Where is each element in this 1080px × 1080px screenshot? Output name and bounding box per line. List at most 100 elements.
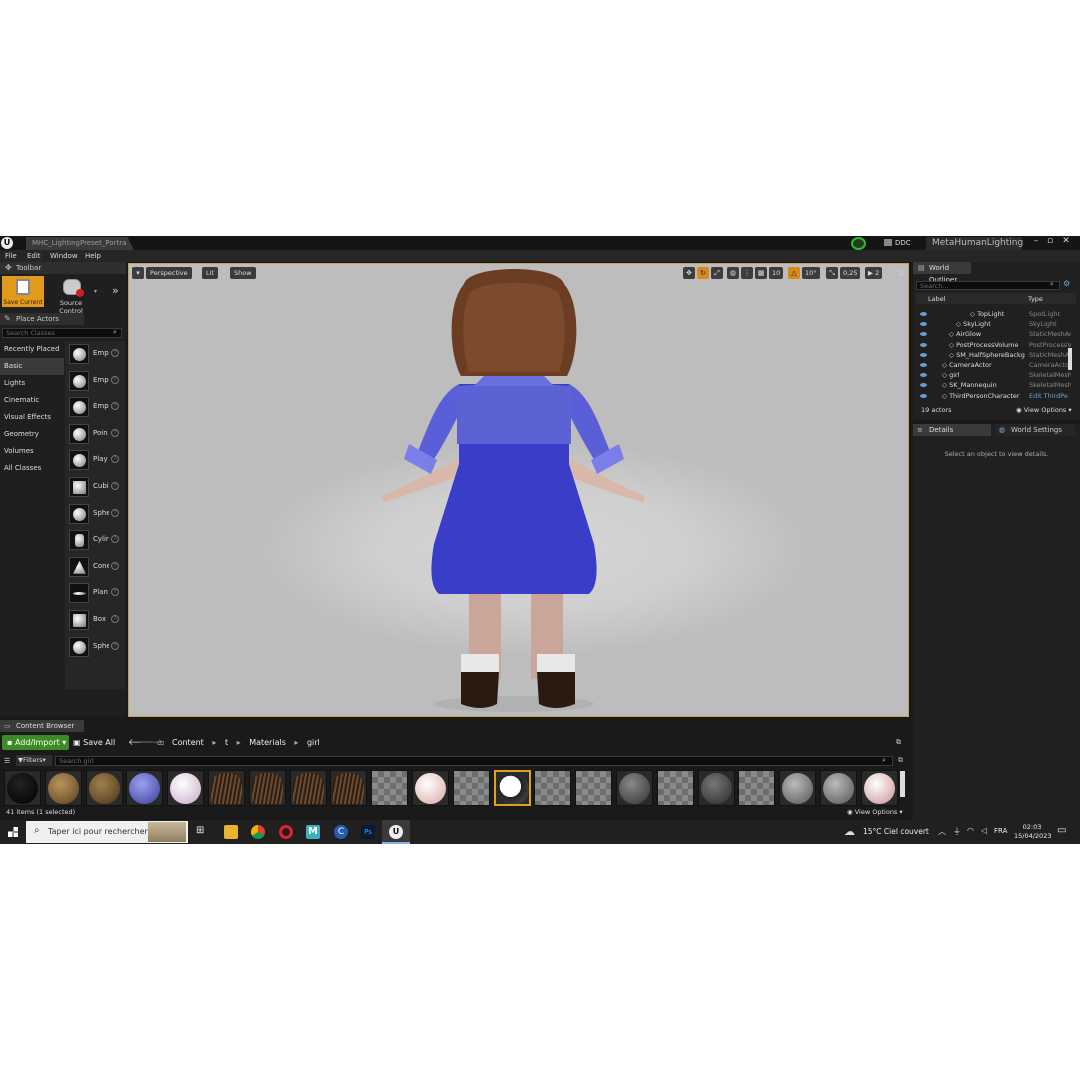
category-volumes[interactable]: Volumes xyxy=(0,443,64,460)
material-asset-tile[interactable] xyxy=(616,770,653,806)
save-search-icon[interactable]: ⧉ xyxy=(898,756,903,765)
table-row[interactable]: ◇ ThirdPersonCharacter Edit ThirdPe xyxy=(916,391,1068,401)
material-asset-tile[interactable] xyxy=(493,770,531,806)
scale-snap-icon[interactable]: ⤡ xyxy=(826,267,838,279)
help-icon[interactable]: ? xyxy=(111,614,119,623)
show-button[interactable]: Show xyxy=(230,267,256,279)
category-basic[interactable]: Basic xyxy=(0,358,64,375)
asset-scrollbar[interactable] xyxy=(900,771,905,797)
outliner-settings-icon[interactable]: ⚙ xyxy=(1063,279,1070,288)
place-actors-tab[interactable]: Place Actors xyxy=(0,313,84,325)
material-asset-tile[interactable] xyxy=(371,770,409,806)
c-app-icon[interactable]: C xyxy=(334,825,348,839)
level-tab[interactable]: MHC_LightingPreset_Portra xyxy=(26,237,134,250)
source-control-status-icon[interactable] xyxy=(851,237,866,250)
toolbar-expand-icon[interactable]: » xyxy=(112,284,119,297)
visibility-eye-icon[interactable] xyxy=(920,332,927,337)
clock[interactable]: 02:03 15/04/2023 xyxy=(1014,823,1051,841)
world-space-icon[interactable]: ◍ xyxy=(727,267,739,279)
list-item[interactable]: Plan? xyxy=(65,580,125,607)
list-item[interactable]: Emp? xyxy=(65,394,125,421)
material-asset-tile[interactable] xyxy=(248,770,286,806)
content-browser-tab[interactable]: Content Browser xyxy=(0,720,84,732)
material-asset-tile[interactable] xyxy=(656,770,694,806)
translate-icon[interactable]: ✥ xyxy=(683,267,695,279)
scale-icon[interactable]: ⤢ xyxy=(711,267,723,279)
visibility-eye-icon[interactable] xyxy=(920,383,927,388)
unreal-logo-icon[interactable]: U xyxy=(1,237,13,249)
help-icon[interactable]: ? xyxy=(111,535,119,544)
viewport-options-icon[interactable]: ▾ xyxy=(132,267,144,279)
notifications-icon[interactable]: ▭ xyxy=(1057,825,1066,836)
breadcrumb-materials[interactable]: Materials xyxy=(249,738,286,747)
help-icon[interactable]: ? xyxy=(111,349,119,357)
breadcrumb-t[interactable]: t xyxy=(225,738,228,747)
grid-snap-value[interactable]: 10 xyxy=(769,267,784,279)
table-row[interactable]: ◇ AirGlow StaticMeshAc xyxy=(916,329,1071,339)
world-settings-tab[interactable]: World Settings xyxy=(995,424,1075,436)
category-visual-effects[interactable]: Visual Effects xyxy=(0,409,64,426)
source-control-dropdown-icon[interactable]: ▾ xyxy=(94,288,97,295)
category-all-classes[interactable]: All Classes xyxy=(0,460,64,477)
help-icon[interactable]: ? xyxy=(111,402,119,411)
help-icon[interactable]: ? xyxy=(111,508,119,517)
lock-icon[interactable]: ⧉ xyxy=(896,738,901,747)
visibility-eye-icon[interactable] xyxy=(920,373,927,378)
network-icon[interactable]: ⏚ xyxy=(953,826,961,837)
save-current-button[interactable]: Save Current xyxy=(2,276,44,307)
level-viewport[interactable]: ▾ Perspective Lit Show ✥ ↻ ⤢ ◍ ⋮ ▦ 10 △ … xyxy=(128,263,909,717)
lit-button[interactable]: Lit xyxy=(202,267,218,279)
content-view-options[interactable]: ◉ View Options ▾ xyxy=(847,808,903,816)
surface-snap-icon[interactable]: ⋮ xyxy=(741,267,753,279)
category-geometry[interactable]: Geometry xyxy=(0,426,64,443)
list-item[interactable]: Play? xyxy=(65,447,125,474)
material-asset-tile[interactable] xyxy=(779,770,817,806)
table-row[interactable]: ◇ SkyLight SkyLight xyxy=(916,319,1068,329)
rotation-snap-icon[interactable]: △ xyxy=(788,267,800,279)
table-row[interactable]: ◇ SM_HalfSphereBackg StaticMeshAc xyxy=(916,350,1071,360)
table-row[interactable]: ◇ TopLight SpotLight xyxy=(916,309,1068,319)
outliner-scrollbar[interactable] xyxy=(1068,348,1072,370)
list-item[interactable]: Box? xyxy=(65,607,125,634)
list-item[interactable]: Sphe? xyxy=(65,501,125,528)
sources-toggle-icon[interactable]: ☰ xyxy=(4,757,10,765)
maya-icon[interactable]: M xyxy=(306,825,320,839)
outliner-search-input[interactable]: Search... xyxy=(916,281,1060,290)
column-label[interactable]: Label xyxy=(928,295,946,303)
language-indicator[interactable]: FRA xyxy=(994,827,1007,835)
details-tab[interactable]: Details xyxy=(913,424,991,436)
visibility-eye-icon[interactable] xyxy=(920,393,927,398)
help-icon[interactable]: ? xyxy=(111,588,119,597)
table-row[interactable]: ◇ PostProcessVolume PostProcessV xyxy=(916,340,1071,350)
opera-icon[interactable] xyxy=(279,825,293,839)
table-row[interactable]: ◇ girl SkeletalMesh xyxy=(916,370,1071,380)
visibility-eye-icon[interactable] xyxy=(920,322,927,327)
filters-button[interactable]: ▼Filters▾ xyxy=(16,755,52,766)
visibility-eye-icon[interactable] xyxy=(920,312,927,316)
table-row[interactable]: ◇ CameraActor CameraActor xyxy=(916,360,1071,370)
search-classes-input[interactable]: Search Classes xyxy=(2,328,122,338)
material-asset-tile[interactable] xyxy=(820,770,857,806)
tray-chevron-icon[interactable]: ︿ xyxy=(938,826,946,837)
outliner-view-options[interactable]: ◉ View Options ▾ xyxy=(1016,406,1072,414)
column-type[interactable]: Type xyxy=(1028,295,1043,303)
file-explorer-icon[interactable] xyxy=(224,825,238,839)
material-asset-tile[interactable] xyxy=(738,770,776,806)
material-asset-tile[interactable] xyxy=(412,770,449,806)
rotation-snap-value[interactable]: 10° xyxy=(802,267,820,279)
source-control-button[interactable]: Source Control xyxy=(48,276,94,315)
toolbar-tab[interactable]: Toolbar xyxy=(0,262,126,274)
category-lights[interactable]: Lights xyxy=(0,375,64,392)
table-row[interactable]: ◇ SK_Mannequin SkeletalMesh xyxy=(916,380,1071,390)
photoshop-icon[interactable]: Ps xyxy=(361,825,375,839)
menu-edit[interactable]: Edit xyxy=(27,251,41,262)
help-icon[interactable]: ? xyxy=(111,375,119,384)
material-asset-tile[interactable] xyxy=(85,770,123,806)
save-all-button[interactable]: ▣ Save All xyxy=(73,738,115,747)
help-icon[interactable]: ? xyxy=(111,561,119,570)
menu-help[interactable]: Help xyxy=(85,251,101,262)
maximize-viewport-icon[interactable]: ▫ xyxy=(895,267,907,279)
add-import-button[interactable]: ▪ Add/Import ▾ xyxy=(2,735,69,750)
list-item[interactable]: Sphe? xyxy=(65,634,125,661)
category-recently-placed[interactable]: Recently Placed xyxy=(0,341,64,358)
